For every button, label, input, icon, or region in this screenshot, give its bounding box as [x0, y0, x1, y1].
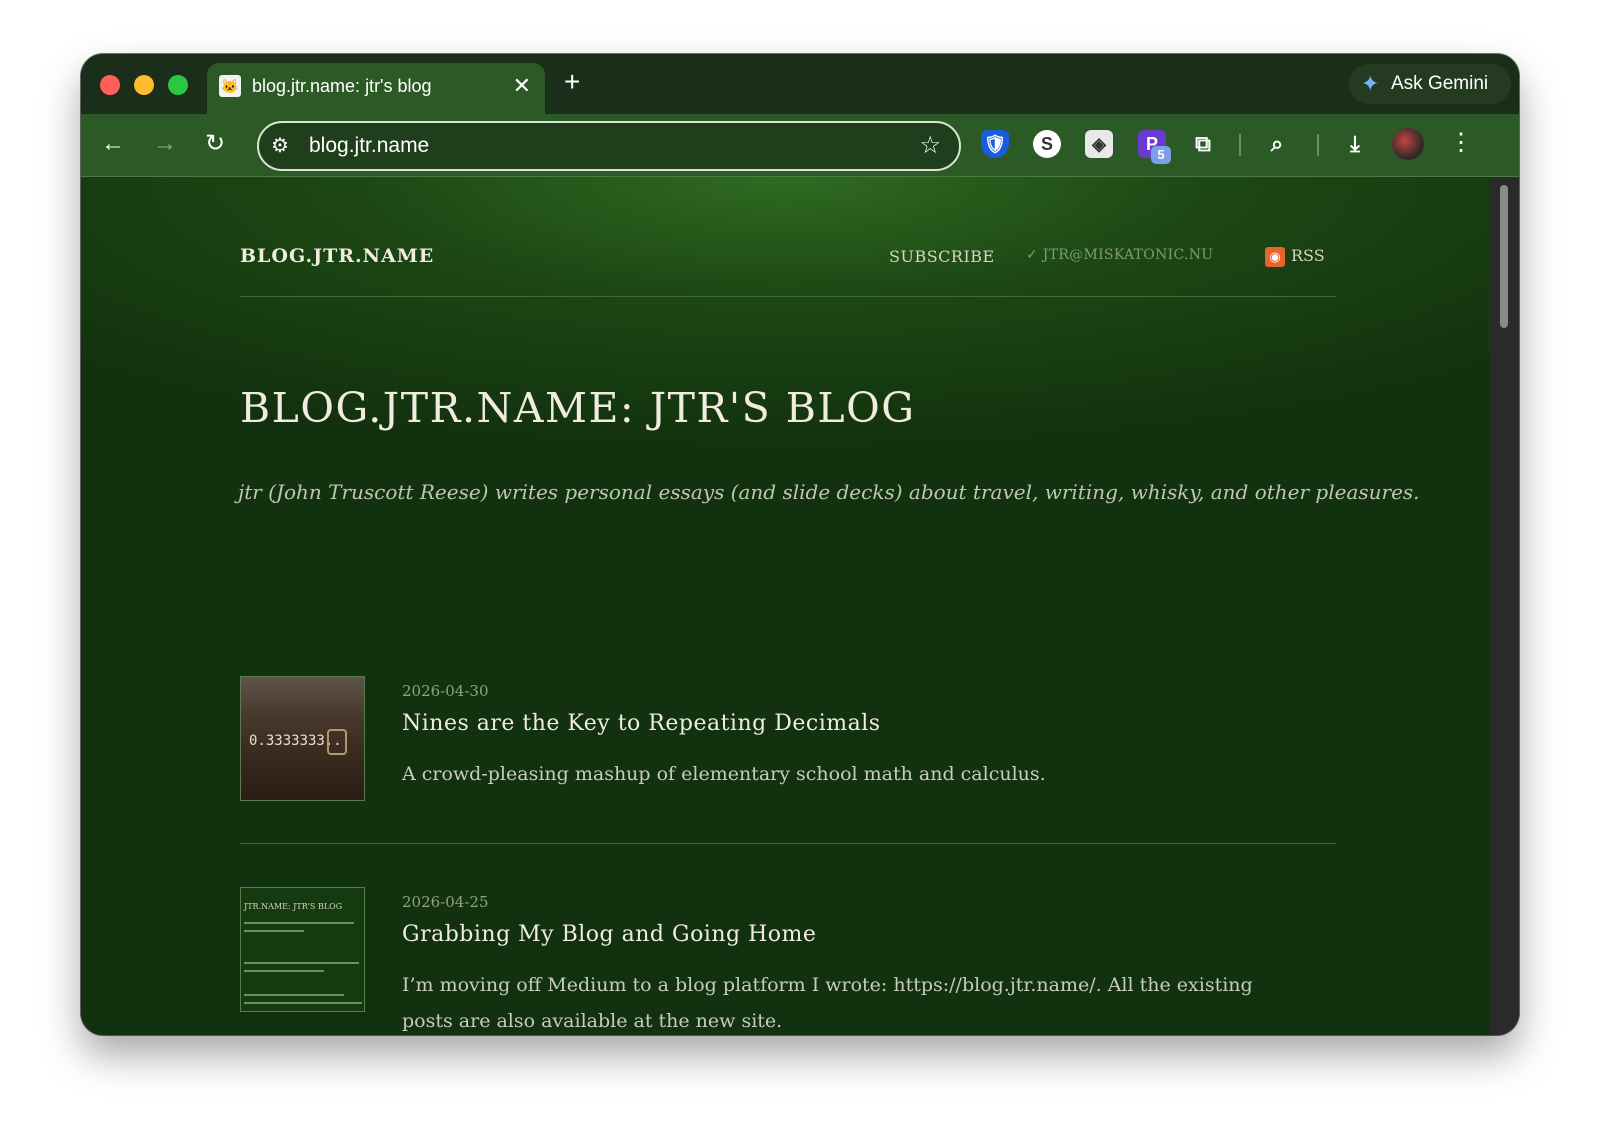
email-link[interactable]: ✓ JTR@MISKATONIC.NU	[1026, 247, 1213, 263]
thumbnail-line	[244, 922, 354, 924]
thumbnail-line	[244, 930, 304, 932]
download-icon[interactable]: ⤓	[1341, 130, 1369, 158]
post-excerpt: I’m moving off Medium to a blog platform…	[402, 974, 1253, 1032]
ask-gemini-label: Ask Gemini	[1391, 73, 1489, 94]
new-tab-button[interactable]: +	[564, 67, 580, 97]
post-excerpt: A crowd-pleasing mashup of elementary sc…	[402, 763, 1046, 785]
gemini-sparkle-icon: ✦	[1361, 71, 1380, 96]
site-name-link[interactable]: BLOG.JTR.NAME	[240, 245, 434, 267]
puzzle-icon[interactable]: ⧉	[1189, 130, 1217, 158]
page-title: BLOG.JTR.NAME: JTR'S BLOG	[240, 384, 916, 432]
extension-badge: 5	[1151, 146, 1171, 164]
post-title-link[interactable]: Nines are the Key to Repeating Decimals	[402, 711, 881, 736]
photo-extension-icon[interactable]: ◈	[1085, 130, 1113, 158]
tab-strip: 🐱 blog.jtr.name: jtr's blog ✕ + ✦ Ask Ge…	[81, 54, 1519, 114]
address-bar[interactable]: ⚙ blog.jtr.name ☆	[257, 121, 961, 171]
scrollbar-thumb[interactable]	[1500, 185, 1508, 328]
thumbnail-line	[244, 962, 359, 964]
lock-icon	[327, 729, 347, 755]
subscribe-link[interactable]: SUBSCRIBE	[889, 247, 995, 266]
rss-icon[interactable]: ◉	[1265, 247, 1285, 267]
post-title-link[interactable]: Grabbing My Blog and Going Home	[402, 922, 816, 947]
close-window-button[interactable]	[100, 75, 120, 95]
ask-gemini-button[interactable]: ✦ Ask Gemini	[1349, 64, 1511, 104]
post-date: 2026-04-25	[402, 893, 489, 911]
page-scrollbar[interactable]	[1489, 177, 1519, 1035]
reload-icon[interactable]: ↻	[205, 130, 225, 158]
thumbnail-line	[244, 970, 324, 972]
site-settings-icon[interactable]: ⚙	[271, 133, 289, 158]
toolbar-divider	[1317, 134, 1319, 156]
lens-search-icon[interactable]: ⌕	[1263, 130, 1291, 158]
more-menu-icon[interactable]: ⋮	[1449, 128, 1473, 157]
forward-arrow-icon[interactable]: →	[153, 130, 177, 158]
tab-title: blog.jtr.name: jtr's blog	[252, 76, 432, 96]
thumbnail-line	[244, 994, 344, 996]
page-content: BLOG.JTR.NAME SUBSCRIBE ✓ JTR@MISKATONIC…	[81, 177, 1489, 1035]
maximize-window-button[interactable]	[168, 75, 188, 95]
favicon-icon: 🐱	[219, 75, 241, 97]
browser-window: 🐱 blog.jtr.name: jtr's blog ✕ + ✦ Ask Ge…	[81, 54, 1519, 1035]
post-date: 2026-04-30	[402, 682, 489, 700]
post-divider	[240, 843, 1336, 844]
tab-active[interactable]: 🐱 blog.jtr.name: jtr's blog ✕	[207, 63, 545, 114]
close-tab-icon[interactable]: ✕	[513, 73, 531, 99]
site-tagline: jtr (John Truscott Reese) writes persona…	[238, 480, 1420, 504]
header-divider	[240, 296, 1336, 297]
thumbnail-line	[244, 1002, 362, 1004]
s-extension-icon[interactable]: S	[1033, 130, 1061, 158]
toolbar-divider	[1239, 134, 1241, 156]
rss-link[interactable]: RSS	[1291, 246, 1325, 265]
back-arrow-icon[interactable]: ←	[101, 130, 125, 158]
profile-avatar[interactable]	[1392, 128, 1424, 160]
minimize-window-button[interactable]	[134, 75, 154, 95]
browser-toolbar: ← → ↻ ⚙ blog.jtr.name ☆ 🛡 S ◈ P 5 ⧉ ⌕ ⤓ …	[81, 114, 1519, 177]
bitwarden-icon[interactable]: 🛡	[981, 130, 1009, 158]
post-thumbnail[interactable]: 0.3333333...	[240, 676, 365, 801]
post-thumbnail[interactable]: JTR.NAME: JTR'S BLOG	[240, 887, 365, 1012]
bookmark-star-icon[interactable]: ☆	[919, 131, 941, 160]
address-url[interactable]: blog.jtr.name	[309, 134, 429, 158]
thumbnail-text: JTR.NAME: JTR'S BLOG	[244, 902, 343, 911]
